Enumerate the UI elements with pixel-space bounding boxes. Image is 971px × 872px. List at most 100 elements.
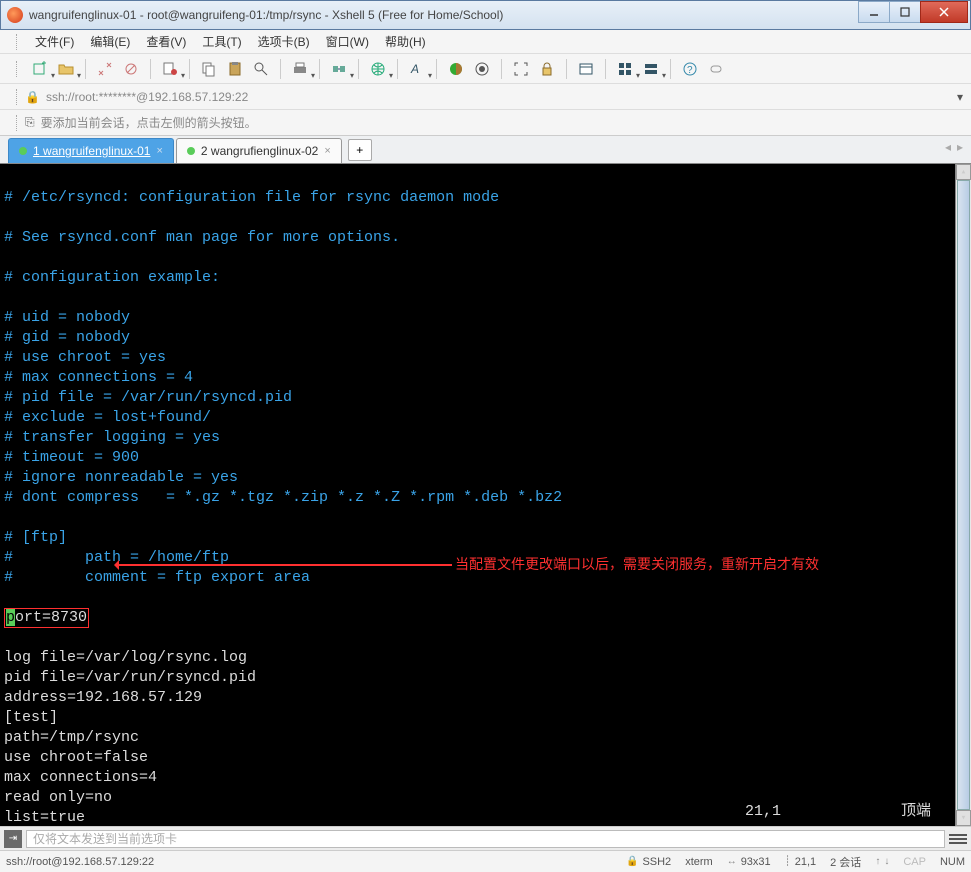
properties-button[interactable] — [159, 58, 181, 80]
status-dot-icon — [187, 147, 195, 155]
session-tab-inactive[interactable]: 2 wangrufienglinux-02 × — [176, 138, 342, 163]
terminal-line: # uid = nobody — [4, 309, 130, 326]
maximize-button[interactable] — [889, 1, 921, 23]
close-button[interactable] — [920, 1, 968, 23]
arrow-up-icon: ↑ — [875, 856, 880, 867]
tab-close-button[interactable]: × — [156, 145, 162, 157]
status-size: ↔93x31 — [727, 856, 771, 868]
menu-edit[interactable]: 编辑(E) — [82, 33, 138, 50]
paste-button[interactable] — [224, 58, 246, 80]
terminal[interactable]: # /etc/rsyncd: configuration file for rs… — [0, 164, 971, 826]
terminal-line: # configuration example: — [4, 269, 220, 286]
terminal-line: # gid = nobody — [4, 329, 130, 346]
help-button[interactable]: ? — [679, 58, 701, 80]
arrow-down-icon: ↓ — [884, 856, 889, 867]
new-session-button[interactable] — [29, 58, 51, 80]
terminal-line: use chroot=false — [4, 749, 148, 766]
layout-button[interactable] — [614, 58, 636, 80]
addressbar: 🔒 ssh://root:********@192.168.57.129:22 … — [0, 84, 971, 110]
transfer-button[interactable] — [328, 58, 350, 80]
status-term-type: xterm — [685, 856, 713, 868]
svg-text:?: ? — [687, 65, 693, 76]
send-mode-icon[interactable]: ⇥ — [4, 830, 22, 848]
find-button[interactable] — [250, 58, 272, 80]
svg-text:A: A — [410, 62, 419, 76]
color-scheme-button[interactable] — [445, 58, 467, 80]
status-connection: ssh://root@192.168.57.129:22 — [6, 856, 154, 868]
terminal-line: # pid file = /var/run/rsyncd.pid — [4, 389, 292, 406]
menu-help[interactable]: 帮助(H) — [377, 33, 434, 50]
toolbar: A ? — [0, 54, 971, 84]
menu-tools[interactable]: 工具(T) — [194, 33, 249, 50]
terminal-line: # comment = ftp export area — [4, 569, 310, 586]
address-text[interactable]: ssh://root:********@192.168.57.129:22 — [46, 90, 949, 104]
inputbar: ⇥ 仅将文本发送到当前选项卡 — [0, 826, 971, 850]
terminal-line: pid file=/var/run/rsyncd.pid — [4, 669, 256, 686]
terminal-line: # exclude = lost+found/ — [4, 409, 211, 426]
terminal-line: max connections=4 — [4, 769, 157, 786]
highlight-button[interactable] — [471, 58, 493, 80]
copy-button[interactable] — [198, 58, 220, 80]
terminal-line: # ignore nonreadable = yes — [4, 469, 238, 486]
menu-window[interactable]: 窗口(W) — [318, 33, 377, 50]
menu-file[interactable]: 文件(F) — [27, 33, 82, 50]
resize-icon: ↔ — [727, 856, 737, 867]
add-session-icon[interactable]: ⎘ — [25, 115, 35, 130]
terminal-line: # See rsyncd.conf man page for more opti… — [4, 229, 400, 246]
reconnect-button[interactable] — [94, 58, 116, 80]
status-session-count: 2 会话 — [830, 854, 861, 870]
tab-scroll-left[interactable]: ◂ — [945, 140, 951, 154]
statusbar: ssh://root@192.168.57.129:22 🔒SSH2 xterm… — [0, 850, 971, 872]
tab-scroll-right[interactable]: ▸ — [957, 140, 963, 154]
terminal-line: # dont compress = *.gz *.tgz *.zip *.z *… — [4, 489, 562, 506]
lock-icon: 🔒 — [25, 90, 40, 104]
hint-text: 要添加当前会话，点击左侧的箭头按钮。 — [41, 114, 257, 131]
globe-button[interactable] — [367, 58, 389, 80]
terminal-line: log file=/var/log/rsync.log — [4, 649, 247, 666]
command-input[interactable]: 仅将文本发送到当前选项卡 — [26, 830, 945, 848]
window-title: wangruifenglinux-01 - root@wangruifeng-0… — [29, 8, 859, 22]
terminal-line: # max connections = 4 — [4, 369, 193, 386]
terminal-line: [test] — [4, 709, 58, 726]
fullscreen-button[interactable] — [510, 58, 532, 80]
status-protocol: 🔒SSH2 — [626, 856, 671, 868]
session-tab-active[interactable]: 1 wangruifenglinux-01 × — [8, 138, 174, 163]
terminal-line: path=/tmp/rsync — [4, 729, 139, 746]
new-tab-button[interactable]: + — [348, 139, 372, 161]
lock-button[interactable] — [536, 58, 558, 80]
tab-close-button[interactable]: × — [324, 145, 330, 157]
menu-view[interactable]: 查看(V) — [138, 33, 194, 50]
terminal-line: address=192.168.57.129 — [4, 689, 202, 706]
disconnect-button[interactable] — [120, 58, 142, 80]
tabstrip: 1 wangruifenglinux-01 × 2 wangrufienglin… — [0, 136, 971, 164]
font-button[interactable]: A — [406, 58, 428, 80]
terminal-line: list=true — [4, 809, 85, 826]
hintbar: ⎘ 要添加当前会话，点击左侧的箭头按钮。 — [0, 110, 971, 136]
minimize-button[interactable] — [858, 1, 890, 23]
terminal-line: # use chroot = yes — [4, 349, 166, 366]
lock-icon: 🔒 — [626, 856, 638, 867]
scrollbar-up[interactable]: ▴ — [956, 164, 971, 180]
open-session-button[interactable] — [55, 58, 77, 80]
arrange-button[interactable] — [640, 58, 662, 80]
annotation-text: 当配置文件更改端口以后，需要关闭服务，重新开启才有效 — [455, 554, 819, 574]
scrollbar-down[interactable]: ▾ — [956, 810, 971, 826]
menu-tab[interactable]: 选项卡(B) — [250, 33, 318, 50]
terminal-line: # [ftp] — [4, 529, 67, 546]
terminal-scrollbar[interactable]: ▴ ▾ — [955, 164, 971, 826]
tab-scroll: ◂ ▸ — [945, 140, 963, 154]
status-arrows[interactable]: ↑↓ — [875, 856, 889, 867]
address-dropdown[interactable]: ▾ — [949, 90, 971, 104]
cursor: p — [6, 609, 15, 626]
terminal-line: # transfer logging = yes — [4, 429, 220, 446]
scrollbar-thumb[interactable] — [957, 180, 970, 810]
app-icon — [7, 7, 23, 23]
vim-position-indicator: 顶端 — [901, 802, 931, 822]
annotation-arrow — [117, 564, 452, 566]
console-button[interactable] — [575, 58, 597, 80]
window-controls — [859, 1, 968, 23]
print-button[interactable] — [289, 58, 311, 80]
terminal-line: read only=no — [4, 789, 112, 806]
about-button[interactable] — [705, 58, 727, 80]
input-menu-button[interactable] — [949, 830, 967, 848]
